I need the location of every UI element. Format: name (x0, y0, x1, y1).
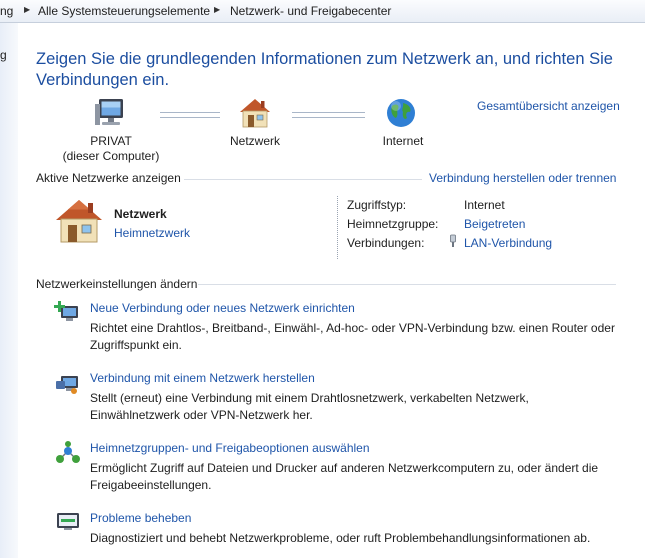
access-type-value: Internet (464, 198, 505, 212)
network-name: Netzwerk (114, 207, 167, 221)
connections-label: Verbindungen: (347, 236, 425, 250)
breadcrumb-item-network-center[interactable]: Netzwerk- und Freigabecenter (230, 4, 391, 18)
new-connection-icon (54, 301, 78, 321)
sidebar: g (0, 23, 18, 558)
globe-icon[interactable] (385, 97, 417, 129)
breadcrumb: ng ▶ Alle Systemsteuerungselemente ▶ Net… (0, 0, 645, 23)
settings-item-description: Diagnostiziert und behebt Netzwerkproble… (90, 531, 591, 545)
map-internet-label[interactable]: Internet (363, 134, 443, 148)
settings-item-title[interactable]: Neue Verbindung oder neues Netzwerk einr… (90, 301, 355, 315)
homegroup-link[interactable]: Beigetreten (464, 217, 525, 231)
connect-network-icon (56, 376, 78, 394)
network-house-icon (56, 200, 102, 243)
section-divider (198, 284, 616, 285)
settings-item-description: Richtet eine Drahtlos-, Breitband-, Einw… (90, 321, 615, 352)
section-divider (184, 179, 422, 180)
breadcrumb-separator-icon[interactable]: ▶ (24, 5, 30, 14)
breadcrumb-separator-icon[interactable]: ▶ (214, 5, 220, 14)
computer-icon[interactable] (94, 98, 128, 130)
map-computer-label: PRIVAT (90, 134, 132, 148)
sidebar-partial-text[interactable]: g (0, 48, 7, 62)
homegroup-sharing-icon (56, 441, 80, 463)
map-computer-label-group[interactable]: PRIVAT (dieser Computer) (56, 134, 166, 164)
overview-link[interactable]: Gesamtübersicht anzeigen (477, 99, 620, 113)
homegroup-label: Heimnetzgruppe: (347, 217, 439, 231)
lan-connection-link[interactable]: LAN-Verbindung (464, 236, 552, 250)
connect-disconnect-link[interactable]: Verbindung herstellen oder trennen (429, 171, 616, 185)
breadcrumb-item-partial[interactable]: ng (0, 4, 13, 18)
settings-item-title[interactable]: Verbindung mit einem Netzwerk herstellen (90, 371, 315, 385)
map-computer-sublabel: (dieser Computer) (62, 149, 160, 163)
map-network-label[interactable]: Netzwerk (215, 134, 295, 148)
access-type-label: Zugriffstyp: (347, 198, 407, 212)
troubleshoot-icon (57, 513, 79, 530)
breadcrumb-item-control-panel[interactable]: Alle Systemsteuerungselemente (38, 4, 210, 18)
settings-item-description: Ermöglicht Zugriff auf Dateien und Druck… (90, 461, 599, 492)
house-icon[interactable] (238, 97, 272, 129)
settings-item-title[interactable]: Heimnetzgruppen- und Freigabeoptionen au… (90, 441, 370, 455)
ethernet-plug-icon (450, 234, 456, 247)
map-connector-line (292, 112, 365, 118)
network-type-link[interactable]: Heimnetzwerk (114, 226, 190, 240)
map-connector-line (160, 112, 220, 118)
network-settings-label: Netzwerkeinstellungen ändern (36, 277, 198, 291)
page-title: Zeigen Sie die grundlegenden Information… (36, 50, 613, 89)
active-networks-label: Aktive Netzwerke anzeigen (36, 171, 181, 185)
settings-item-description: Stellt (erneut) eine Verbindung mit eine… (90, 391, 529, 422)
vertical-divider (337, 196, 338, 259)
settings-item-title[interactable]: Probleme beheben (90, 511, 191, 525)
